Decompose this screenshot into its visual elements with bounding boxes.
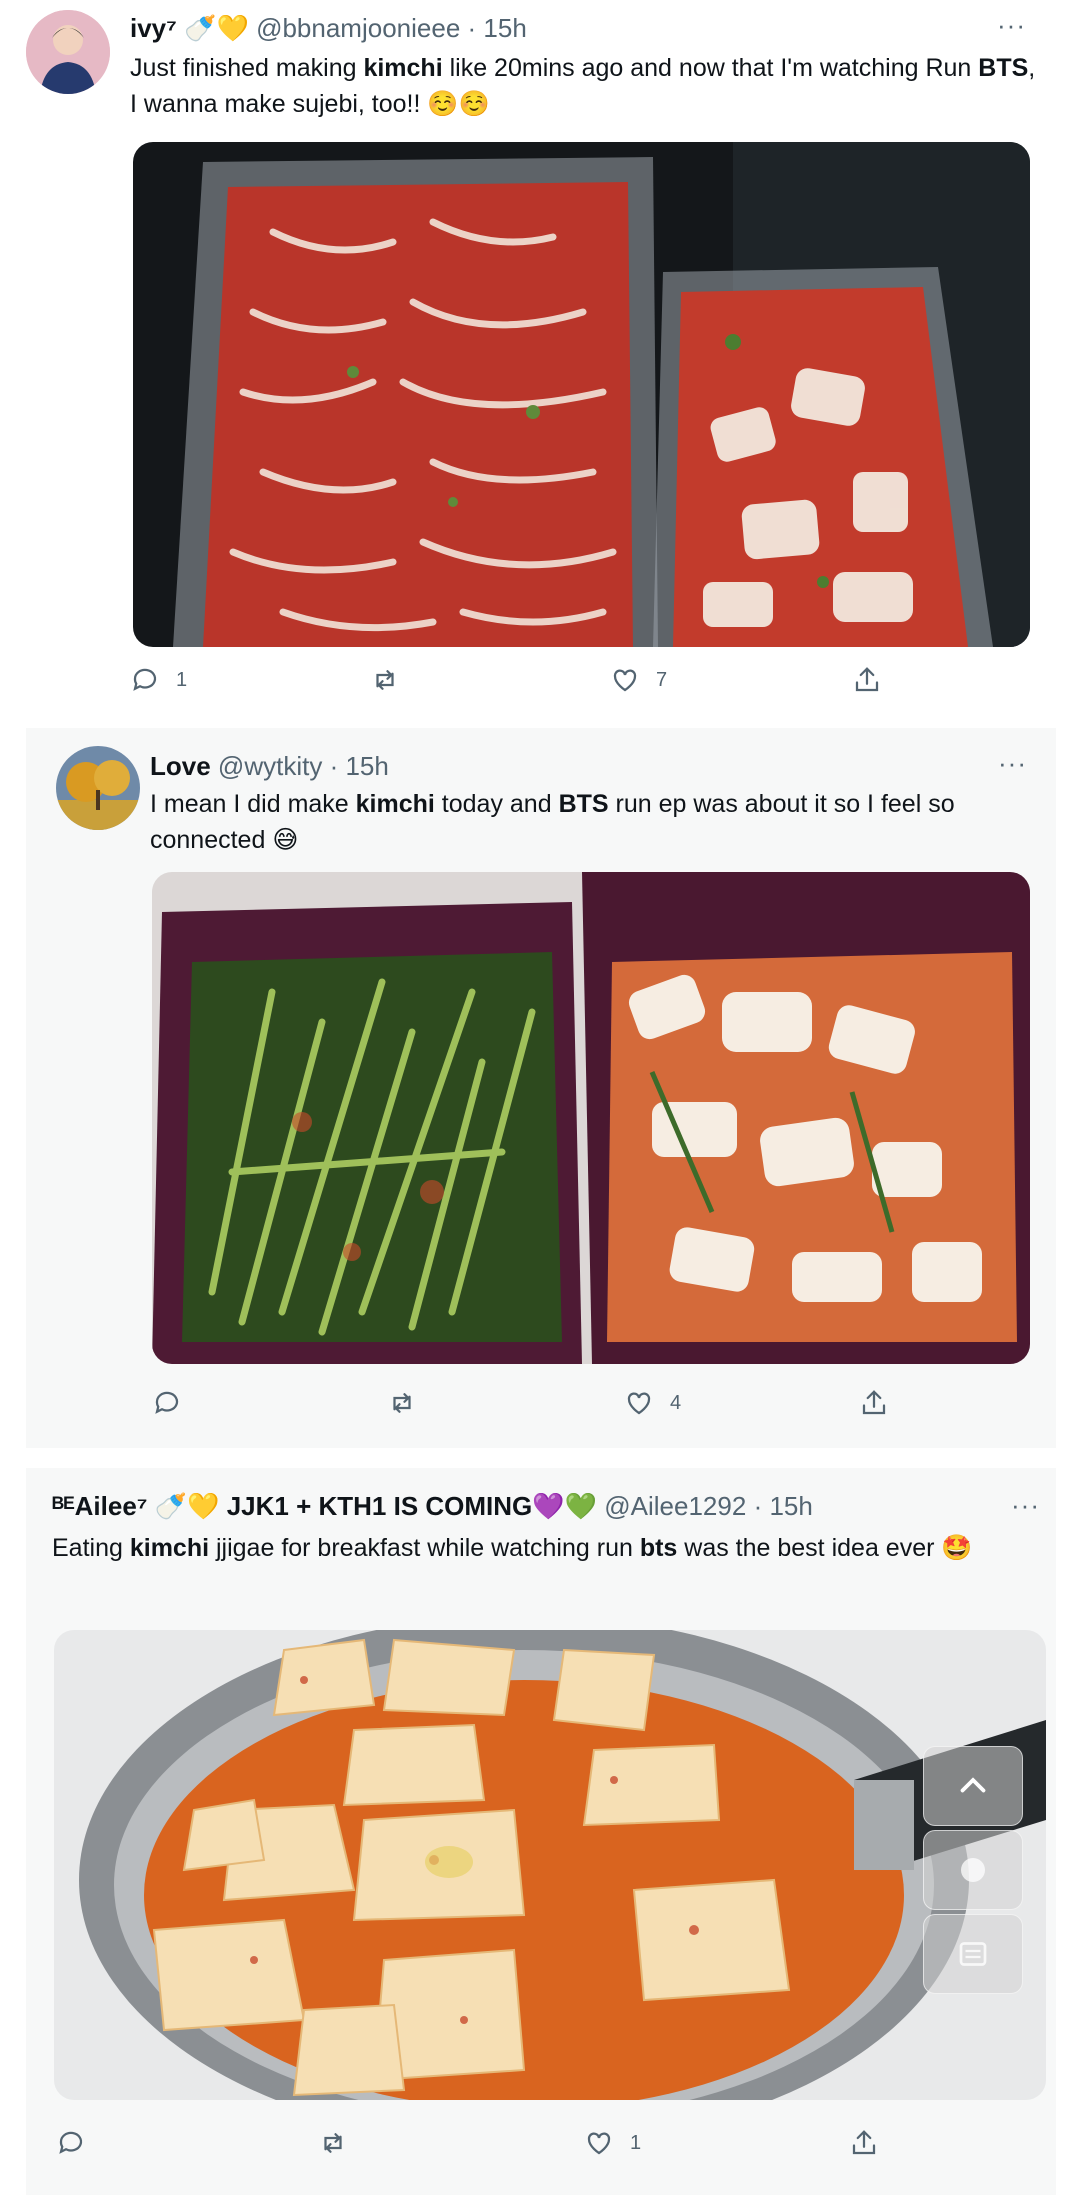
retweet-icon	[376, 670, 394, 690]
heart-icon	[587, 2132, 611, 2155]
tweet-actions: 1 7	[130, 665, 1030, 705]
scroll-to-top-button[interactable]	[923, 1746, 1023, 1826]
like-count: 7	[656, 668, 668, 691]
retweet-button[interactable]	[318, 2128, 364, 2158]
reply-button[interactable]	[152, 1388, 198, 1418]
timestamp[interactable]: · 15h	[468, 13, 527, 43]
share-icon	[852, 2130, 876, 2155]
share-button[interactable]	[849, 2128, 879, 2158]
reply-icon	[155, 1391, 179, 1414]
like-count: 1	[630, 2131, 642, 2154]
share-button[interactable]	[859, 1388, 889, 1418]
reply-count: 1	[176, 668, 188, 691]
reply-button[interactable]	[56, 2128, 102, 2158]
reply-icon	[133, 668, 157, 691]
retweet-button[interactable]	[370, 665, 416, 695]
messages-icon	[959, 1942, 987, 1966]
tweet-actions: 1	[56, 2128, 1026, 2168]
share-icon	[862, 1390, 886, 1415]
reply-button[interactable]: 1	[130, 665, 187, 695]
more-options-button[interactable]: ···	[998, 748, 1027, 779]
avatar[interactable]	[56, 746, 140, 830]
tweet-text: I mean I did make kimchi today and BTS r…	[150, 790, 955, 854]
timestamp[interactable]: · 15h	[330, 751, 389, 781]
tweet-header: Love @wytkity · 15h	[150, 750, 389, 782]
user-handle[interactable]: @Ailee1292	[604, 1491, 746, 1521]
tweet-header: ᴮᴱAilee⁷ 🍼💛 JJK1 + KTH1 IS COMING💜💚 @Ail…	[52, 1490, 813, 1522]
more-options-button[interactable]: ···	[997, 10, 1026, 41]
like-button[interactable]: 1	[584, 2128, 641, 2158]
tweet-text: Eating kimchi jjigae for breakfast while…	[52, 1534, 973, 1562]
user-handle[interactable]: @bbnamjoonieee	[256, 13, 460, 43]
retweet-icon	[324, 2133, 342, 2153]
heart-icon	[613, 669, 637, 692]
tweet-text: Just finished making kimchi like 20mins …	[130, 54, 1036, 118]
timestamp[interactable]: · 15h	[754, 1491, 813, 1521]
like-button[interactable]: 7	[610, 665, 667, 695]
compose-icon	[961, 1858, 985, 1882]
like-count: 4	[670, 1391, 682, 1414]
share-button[interactable]	[852, 665, 882, 695]
retweet-icon	[393, 1393, 411, 1413]
tweet-3[interactable]: ᴮᴱAilee⁷ 🍼💛 JJK1 + KTH1 IS COMING💜💚 @Ail…	[26, 1468, 1056, 2195]
avatar[interactable]	[26, 10, 110, 94]
messages-button[interactable]	[923, 1914, 1023, 1994]
chevron-up-icon	[960, 1777, 986, 1793]
display-name[interactable]: ivy⁷ 🍼💛	[130, 13, 249, 43]
like-button[interactable]: 4	[624, 1388, 681, 1418]
tweet-2[interactable]: Love @wytkity · 15h ··· I mean I did mak…	[26, 728, 1056, 1448]
tweet-header: ivy⁷ 🍼💛 @bbnamjoonieee · 15h	[130, 12, 527, 44]
tweet-actions: 4	[152, 1388, 1032, 1428]
more-options-button[interactable]: ···	[1011, 1490, 1040, 1521]
share-icon	[855, 667, 879, 692]
display-name[interactable]: ᴮᴱAilee⁷ 🍼💛 JJK1 + KTH1 IS COMING💜💚	[52, 1491, 597, 1521]
display-name[interactable]: Love	[150, 751, 211, 781]
reply-icon	[59, 2131, 83, 2154]
tweet-photo[interactable]	[133, 142, 1030, 647]
compose-button[interactable]	[923, 1830, 1023, 1910]
tweet-photo[interactable]	[152, 872, 1030, 1364]
tweet-photo[interactable]	[54, 1630, 1046, 2100]
retweet-button[interactable]	[387, 1388, 433, 1418]
user-handle[interactable]: @wytkity	[218, 751, 322, 781]
tweet-1[interactable]: ivy⁷ 🍼💛 @bbnamjoonieee · 15h ··· Just fi…	[0, 0, 1079, 725]
heart-icon	[627, 1392, 651, 1415]
